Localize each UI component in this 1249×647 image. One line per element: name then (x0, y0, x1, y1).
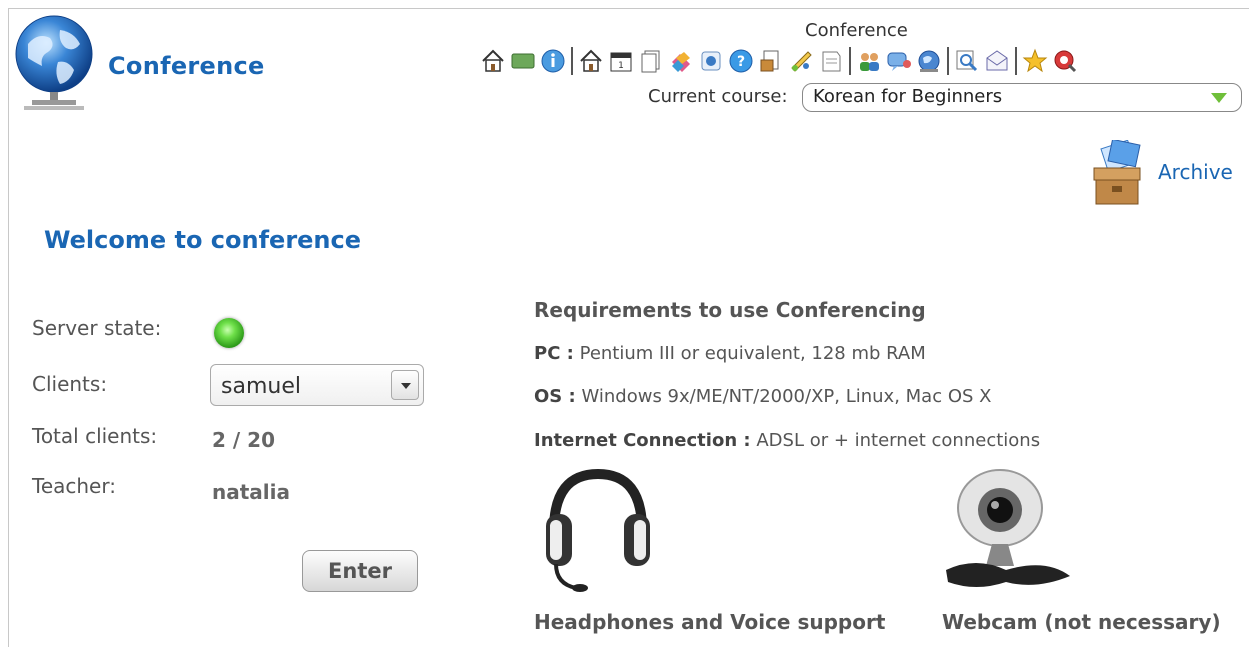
requirement-pc: PC : Pentium III or equivalent, 128 mb R… (534, 343, 926, 364)
page-icon[interactable] (697, 47, 725, 75)
archive-label[interactable]: Archive (1158, 160, 1233, 184)
help-icon[interactable]: ? (727, 47, 755, 75)
search-icon[interactable] (953, 47, 981, 75)
course-select[interactable]: Korean for Beginners (802, 83, 1242, 112)
tools-icon[interactable] (667, 47, 695, 75)
users-icon[interactable] (855, 47, 883, 75)
chevron-down-icon[interactable] (1211, 93, 1227, 103)
exercises-icon[interactable] (757, 47, 785, 75)
total-clients-label: Total clients: (32, 424, 158, 448)
home-icon[interactable] (479, 47, 507, 75)
svg-text:1: 1 (618, 61, 624, 71)
requirement-pc-value: Pentium III or equivalent, 128 mb RAM (579, 343, 926, 364)
chevron-down-icon[interactable] (391, 370, 419, 400)
archive-box-icon[interactable] (1090, 138, 1144, 212)
toolbar-divider (571, 47, 573, 75)
app-title: Conference (108, 52, 265, 80)
toolbar-divider (1015, 47, 1017, 75)
paint-icon[interactable] (787, 47, 815, 75)
clients-label: Clients: (32, 372, 108, 396)
requirement-os: OS : Windows 9x/ME/NT/2000/XP, Linux, Ma… (534, 386, 991, 407)
webcam-caption: Webcam (not necessary) (942, 610, 1221, 634)
svg-text:?: ? (737, 54, 745, 70)
headphones-icon (540, 466, 656, 594)
clients-select-value: samuel (221, 374, 301, 399)
requirement-pc-key: PC : (534, 343, 574, 364)
globe-icon[interactable] (915, 47, 943, 75)
star-icon[interactable] (1021, 47, 1049, 75)
toolbar-title: Conference (805, 20, 908, 41)
total-clients-value: 2 / 20 (212, 428, 275, 452)
documents-icon[interactable] (637, 47, 665, 75)
requirement-internet-key: Internet Connection : (534, 430, 751, 451)
info-icon[interactable] (539, 47, 567, 75)
server-state-label: Server state: (32, 316, 162, 340)
calendar-icon[interactable]: 1 (607, 47, 635, 75)
requirements-title: Requirements to use Conferencing (534, 298, 926, 322)
requirement-internet-value: ADSL or + internet connections (756, 430, 1041, 451)
requirement-internet: Internet Connection : ADSL or + internet… (534, 430, 1040, 451)
course-select-value: Korean for Beginners (813, 86, 1003, 107)
requirement-os-key: OS : (534, 386, 576, 407)
mail-icon[interactable] (983, 47, 1011, 75)
welcome-title: Welcome to conference (44, 226, 362, 254)
server-state-indicator (214, 318, 244, 348)
toolbar: 1 ? (478, 44, 1080, 78)
logout-icon[interactable] (1051, 47, 1079, 75)
globe-logo-icon (14, 14, 98, 112)
chat-icon[interactable] (885, 47, 913, 75)
teacher-label: Teacher: (32, 474, 116, 498)
course-home-icon[interactable] (577, 47, 605, 75)
toolbar-divider (947, 47, 949, 75)
requirement-os-value: Windows 9x/ME/NT/2000/XP, Linux, Mac OS … (581, 386, 992, 407)
current-course-label: Current course: (648, 86, 788, 107)
notes-icon[interactable] (817, 47, 845, 75)
board-icon[interactable] (509, 47, 537, 75)
archive-link[interactable]: Archive (1090, 138, 1233, 212)
clients-select[interactable]: samuel (210, 364, 424, 406)
webcam-icon (936, 466, 1076, 596)
toolbar-divider (849, 47, 851, 75)
teacher-value: natalia (212, 480, 290, 504)
headphones-caption: Headphones and Voice support (534, 610, 886, 634)
enter-button[interactable]: Enter (302, 550, 418, 592)
